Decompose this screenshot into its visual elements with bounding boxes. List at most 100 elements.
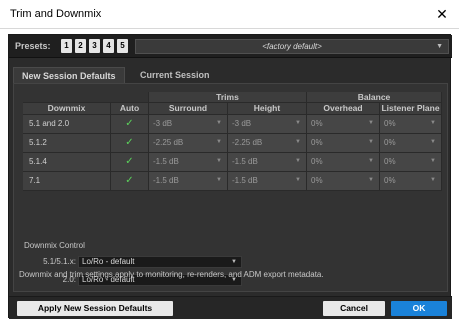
downmix-control-title: Downmix Control [24, 241, 85, 250]
chevron-down-icon: ▼ [368, 177, 374, 183]
listener-plane-dropdown[interactable]: 0% ▼ [380, 153, 442, 172]
preset-button-1[interactable]: 1 [61, 39, 72, 53]
chevron-down-icon: ▼ [368, 139, 374, 145]
ok-button[interactable]: OK [391, 301, 447, 316]
listener-plane-dropdown-value: 0% [384, 119, 396, 128]
downmix-cell-value: 7.1 [29, 176, 41, 185]
preset-dropdown-value: <factory default> [262, 42, 322, 51]
close-icon[interactable]: ✕ [431, 3, 453, 25]
height-dropdown[interactable]: -1.5 dB ▼ [228, 172, 307, 191]
overhead-dropdown-value: 0% [311, 119, 323, 128]
downmix-51-label: 5.1/5.1.x: [43, 257, 76, 266]
chevron-down-icon: ▼ [295, 177, 301, 183]
surround-dropdown-value: -3 dB [153, 119, 173, 128]
surround-dropdown-value: -1.5 dB [153, 176, 179, 185]
surround-dropdown-value: -1.5 dB [153, 157, 179, 166]
surround-dropdown-value: -2.25 dB [153, 138, 184, 147]
auto-checkbox[interactable]: ✓ [111, 134, 149, 153]
col-header-downmix: Downmix [23, 103, 111, 115]
preset-dropdown[interactable]: <factory default> ▼ [135, 39, 449, 54]
listener-plane-dropdown-value: 0% [384, 157, 396, 166]
tab-new-session-defaults[interactable]: New Session Defaults [13, 67, 125, 83]
downmix-cell: 5.1.4 [23, 153, 111, 172]
chevron-down-icon: ▼ [295, 120, 301, 126]
height-dropdown-value: -1.5 dB [232, 176, 258, 185]
downmix-cell: 7.1 [23, 172, 111, 191]
height-dropdown[interactable]: -1.5 dB ▼ [228, 153, 307, 172]
cancel-button[interactable]: Cancel [323, 301, 385, 316]
window-title: Trim and Downmix [10, 8, 102, 20]
chevron-down-icon: ▼ [231, 259, 237, 265]
listener-plane-dropdown-value: 0% [384, 138, 396, 147]
downmix-cell: 5.1.2 [23, 134, 111, 153]
surround-dropdown[interactable]: -1.5 dB ▼ [149, 153, 228, 172]
chevron-down-icon: ▼ [368, 120, 374, 126]
downmix-cell-value: 5.1.2 [29, 138, 47, 147]
overhead-dropdown[interactable]: 0% ▼ [307, 134, 380, 153]
chevron-down-icon: ▼ [216, 139, 222, 145]
apply-defaults-button[interactable]: Apply New Session Defaults [17, 301, 173, 316]
height-dropdown[interactable]: -2.25 dB ▼ [228, 134, 307, 153]
chevron-down-icon: ▼ [436, 43, 443, 50]
auto-checkbox[interactable]: ✓ [111, 172, 149, 191]
surround-dropdown[interactable]: -1.5 dB ▼ [149, 172, 228, 191]
title-bar: Trim and Downmix ✕ [0, 0, 459, 29]
chevron-down-icon: ▼ [430, 158, 436, 164]
preset-button-3[interactable]: 3 [89, 39, 100, 53]
checkmark-icon: ✓ [125, 137, 134, 148]
overhead-dropdown-value: 0% [311, 176, 323, 185]
overhead-dropdown-value: 0% [311, 138, 323, 147]
listener-plane-dropdown[interactable]: 0% ▼ [380, 134, 442, 153]
listener-plane-dropdown[interactable]: 0% ▼ [380, 115, 442, 134]
chevron-down-icon: ▼ [430, 139, 436, 145]
chevron-down-icon: ▼ [430, 177, 436, 183]
chevron-down-icon: ▼ [295, 158, 301, 164]
col-header-overhead: Overhead [307, 103, 380, 115]
chevron-down-icon: ▼ [216, 158, 222, 164]
height-dropdown-value: -3 dB [232, 119, 252, 128]
checkmark-icon: ✓ [125, 175, 134, 186]
checkmark-icon: ✓ [125, 118, 134, 129]
listener-plane-dropdown-value: 0% [384, 176, 396, 185]
col-header-surround: Surround [149, 103, 228, 115]
chevron-down-icon: ▼ [216, 120, 222, 126]
presets-label: Presets: [15, 41, 51, 51]
dialog-body: Presets: 1 2 3 4 5 <factory default> ▼ N… [8, 34, 452, 319]
chevron-down-icon: ▼ [295, 139, 301, 145]
downmix-51-value: Lo/Ro - default [82, 257, 135, 266]
overhead-dropdown[interactable]: 0% ▼ [307, 115, 380, 134]
overhead-dropdown[interactable]: 0% ▼ [307, 153, 380, 172]
downmix-51-select[interactable]: Lo/Ro - default ▼ [78, 256, 242, 268]
downmix-cell-value: 5.1 and 2.0 [29, 119, 70, 128]
chevron-down-icon: ▼ [430, 120, 436, 126]
downmix-cell: 5.1 and 2.0 [23, 115, 111, 134]
chevron-down-icon: ▼ [368, 158, 374, 164]
col-header-height: Height [228, 103, 307, 115]
col-header-auto: Auto [111, 103, 149, 115]
height-dropdown[interactable]: -3 dB ▼ [228, 115, 307, 134]
footer-bar: Apply New Session Defaults Cancel OK [9, 296, 452, 319]
chevron-down-icon: ▼ [216, 177, 222, 183]
downmix-cell-value: 5.1.4 [29, 157, 47, 166]
info-note: Downmix and trim settings apply to monit… [19, 270, 324, 279]
checkmark-icon: ✓ [125, 156, 134, 167]
col-header-listener-plane: Listener Plane [380, 103, 442, 115]
overhead-dropdown-value: 0% [311, 157, 323, 166]
height-dropdown-value: -2.25 dB [232, 138, 263, 147]
balance-group-header: Balance [307, 92, 442, 103]
tab-current-session[interactable]: Current Session [132, 67, 218, 83]
trims-group-header: Trims [149, 92, 307, 103]
listener-plane-dropdown[interactable]: 0% ▼ [380, 172, 442, 191]
height-dropdown-value: -1.5 dB [232, 157, 258, 166]
presets-bar: Presets: 1 2 3 4 5 <factory default> ▼ [9, 35, 452, 58]
surround-dropdown[interactable]: -3 dB ▼ [149, 115, 228, 134]
preset-button-2[interactable]: 2 [75, 39, 86, 53]
preset-button-4[interactable]: 4 [103, 39, 114, 53]
auto-checkbox[interactable]: ✓ [111, 115, 149, 134]
tab-bar: New Session Defaults Current Session [9, 67, 452, 83]
surround-dropdown[interactable]: -2.25 dB ▼ [149, 134, 228, 153]
auto-checkbox[interactable]: ✓ [111, 153, 149, 172]
overhead-dropdown[interactable]: 0% ▼ [307, 172, 380, 191]
preset-button-5[interactable]: 5 [117, 39, 128, 53]
settings-panel: Trims Balance Downmix Auto Surround Heig… [13, 83, 448, 292]
